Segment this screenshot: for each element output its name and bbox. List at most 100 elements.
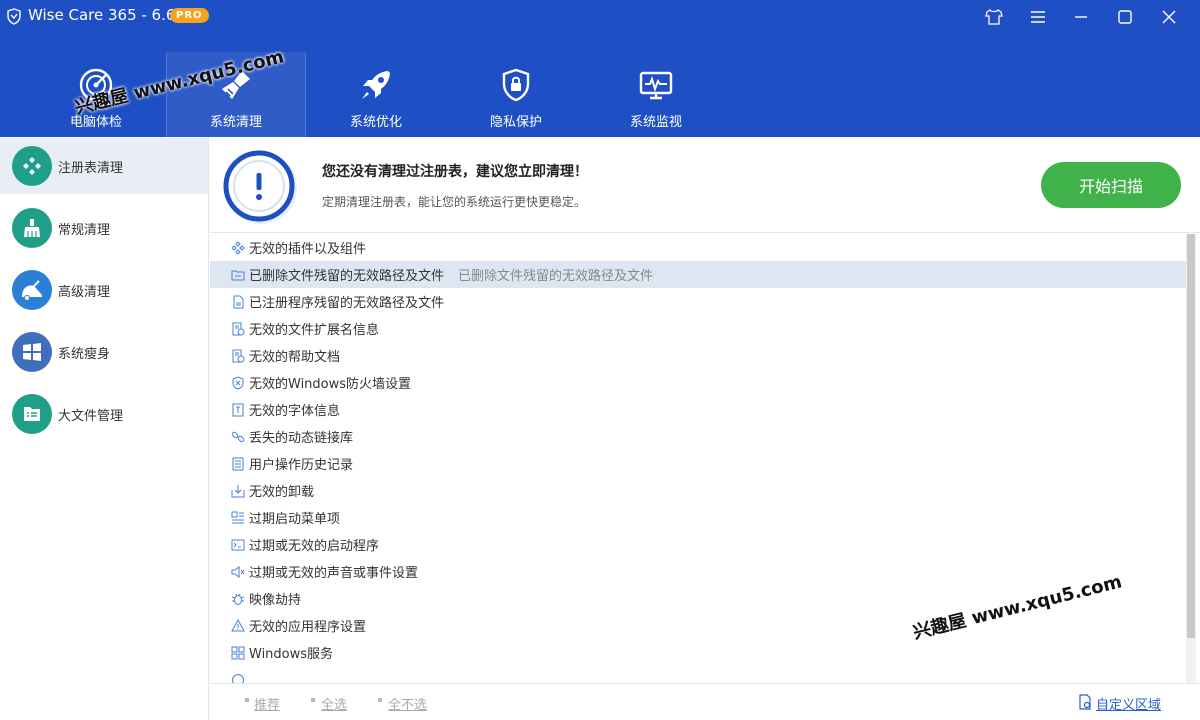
start-menu-icon xyxy=(231,511,245,525)
windows-services-icon xyxy=(231,646,245,660)
sidebar-item-registry-clean[interactable]: 注册表清理 xyxy=(0,138,208,194)
registry-icon xyxy=(12,146,52,186)
maximize-icon xyxy=(1118,10,1132,24)
select-none-link[interactable]: 全不选 xyxy=(388,694,427,713)
list-item[interactable]: 过期启动菜单项 xyxy=(210,504,1186,531)
app-logo-icon xyxy=(7,8,21,25)
warning-icon xyxy=(231,618,245,633)
list-item[interactable]: 丢失的动态链接库 xyxy=(210,423,1186,450)
tab-privacy[interactable]: 隐私保护 xyxy=(446,52,586,137)
bullet-icon xyxy=(311,698,315,702)
shield-lock-icon xyxy=(496,65,536,105)
sidebar-item-common-clean[interactable]: 常规清理 xyxy=(0,200,208,256)
list-item-label: 无效的帮助文档 xyxy=(249,350,341,365)
list-item-label: 用户操作历史记录 xyxy=(249,458,354,473)
list-item[interactable]: 无效的帮助文档 xyxy=(210,342,1186,369)
banner-title: 您还没有清理过注册表，建议您立即清理！ xyxy=(322,164,588,180)
minimize-icon xyxy=(1075,16,1087,18)
sidebar-item-label: 注册表清理 xyxy=(58,160,124,176)
close-icon xyxy=(1162,10,1176,24)
pro-badge: PRO xyxy=(170,8,209,23)
start-scan-button[interactable]: 开始扫描 xyxy=(1041,162,1181,208)
help-doc-icon xyxy=(231,349,245,363)
list-item[interactable]: 用户操作历史记录 xyxy=(210,450,1186,477)
list-item[interactable]: 无效的插件以及组件 xyxy=(210,234,1186,261)
list-scrollbar[interactable] xyxy=(1186,234,1196,683)
list-item[interactable]: 过期或无效的声音或事件设置 xyxy=(210,558,1186,585)
skin-button[interactable] xyxy=(982,6,1006,28)
list-item[interactable]: 无效的字体信息 xyxy=(210,396,1186,423)
list-item[interactable]: 过期或无效的启动程序 xyxy=(210,531,1186,558)
sidebar-item-label: 高级清理 xyxy=(58,284,111,300)
bug-icon xyxy=(231,592,245,606)
tab-label: 系统优化 xyxy=(349,115,402,130)
list-item-label: 丢失的动态链接库 xyxy=(249,431,354,446)
bullet-icon xyxy=(378,698,382,702)
tab-label: 系统清理 xyxy=(209,115,262,130)
registry-banner: 您还没有清理过注册表，建议您立即清理！ 定期清理注册表，能让您的系统运行更快更稳… xyxy=(210,137,1200,233)
startup-program-icon xyxy=(231,538,245,552)
partial-item-icon xyxy=(231,673,245,683)
list-item[interactable]: 无效的文件扩展名信息 xyxy=(210,315,1186,342)
recommend-link[interactable]: 推荐 xyxy=(254,694,280,713)
link-icon xyxy=(231,430,245,444)
list-item-label: 已注册程序残留的无效路径及文件 xyxy=(249,296,445,311)
sidebar-item-label: 常规清理 xyxy=(58,222,111,238)
registry-item-list: 无效的插件以及组件 已删除文件残留的无效路径及文件 已删除文件残留的无效路径及文… xyxy=(210,234,1186,683)
list-item[interactable]: Windows服务 xyxy=(210,639,1186,666)
list-item-label: 过期或无效的启动程序 xyxy=(249,539,380,554)
custom-area-link[interactable]: 自定义区域 xyxy=(1096,694,1161,713)
list-item[interactable]: 无效的应用程序设置 xyxy=(210,612,1186,639)
font-icon xyxy=(231,403,245,417)
app-title: Wise Care 365 - 6.6.3 xyxy=(28,6,190,24)
list-item-label: 过期启动菜单项 xyxy=(249,512,341,527)
sidebar: 注册表清理 常规清理 高级清理 系统瘦身 大文件管理 xyxy=(0,137,209,720)
list-item-label: 过期或无效的声音或事件设置 xyxy=(249,566,419,581)
maximize-button[interactable] xyxy=(1113,6,1137,28)
list-item[interactable]: 无效的卸载 xyxy=(210,477,1186,504)
list-item[interactable]: 无效的Windows防火墙设置 xyxy=(210,369,1186,396)
tab-label: 系统监视 xyxy=(629,115,682,130)
list-item[interactable]: 已注册程序残留的无效路径及文件 xyxy=(210,288,1186,315)
firewall-shield-icon xyxy=(231,375,245,390)
list-item-label: 无效的应用程序设置 xyxy=(249,620,367,635)
tab-system-monitor[interactable]: 系统监视 xyxy=(586,52,726,137)
monitor-pulse-icon xyxy=(636,65,676,105)
tab-label: 隐私保护 xyxy=(489,115,542,130)
windows-icon xyxy=(12,332,52,372)
sidebar-item-advanced-clean[interactable]: 高级清理 xyxy=(0,262,208,318)
folder-icon xyxy=(231,268,245,282)
sidebar-item-label: 系统瘦身 xyxy=(58,346,111,362)
list-footer: 推荐 全选 全不选 自定义区域 xyxy=(210,683,1200,720)
menu-button[interactable] xyxy=(1026,6,1050,28)
custom-area-icon xyxy=(1079,694,1091,710)
list-item-label: 已删除文件残留的无效路径及文件 xyxy=(249,269,445,284)
banner-subtitle: 定期清理注册表，能让您的系统运行更快更稳定。 xyxy=(322,195,587,209)
list-item-label: Windows服务 xyxy=(249,647,334,662)
document-icon xyxy=(231,295,245,309)
list-item[interactable]: 已删除文件残留的无效路径及文件 已删除文件残留的无效路径及文件 xyxy=(210,261,1186,288)
list-item-label: 无效的字体信息 xyxy=(249,404,341,419)
select-all-link[interactable]: 全选 xyxy=(321,694,347,713)
hamburger-icon xyxy=(1031,11,1045,23)
sidebar-item-system-slim[interactable]: 系统瘦身 xyxy=(0,324,208,380)
uninstall-icon xyxy=(231,484,245,498)
title-bar: Wise Care 365 - 6.6.3 PRO xyxy=(0,0,1200,34)
close-button[interactable] xyxy=(1157,6,1181,28)
scrollbar-thumb[interactable] xyxy=(1187,234,1195,638)
sidebar-item-large-file[interactable]: 大文件管理 xyxy=(0,386,208,442)
list-item[interactable] xyxy=(210,666,1186,683)
tab-system-optimize[interactable]: 系统优化 xyxy=(306,52,446,137)
list-item-label: 无效的Windows防火墙设置 xyxy=(249,377,412,392)
vacuum-icon xyxy=(12,270,52,310)
broom-icon xyxy=(12,208,52,248)
list-item-label: 映像劫持 xyxy=(249,593,302,608)
list-item-label: 无效的卸载 xyxy=(249,485,315,500)
list-item-description: 已删除文件残留的无效路径及文件 xyxy=(458,269,654,284)
bullet-icon xyxy=(245,698,249,702)
plugin-icon xyxy=(231,240,245,255)
list-item-label: 无效的插件以及组件 xyxy=(249,242,367,257)
file-manager-icon xyxy=(12,394,52,434)
file-extension-icon xyxy=(231,322,245,336)
minimize-button[interactable] xyxy=(1069,6,1093,28)
